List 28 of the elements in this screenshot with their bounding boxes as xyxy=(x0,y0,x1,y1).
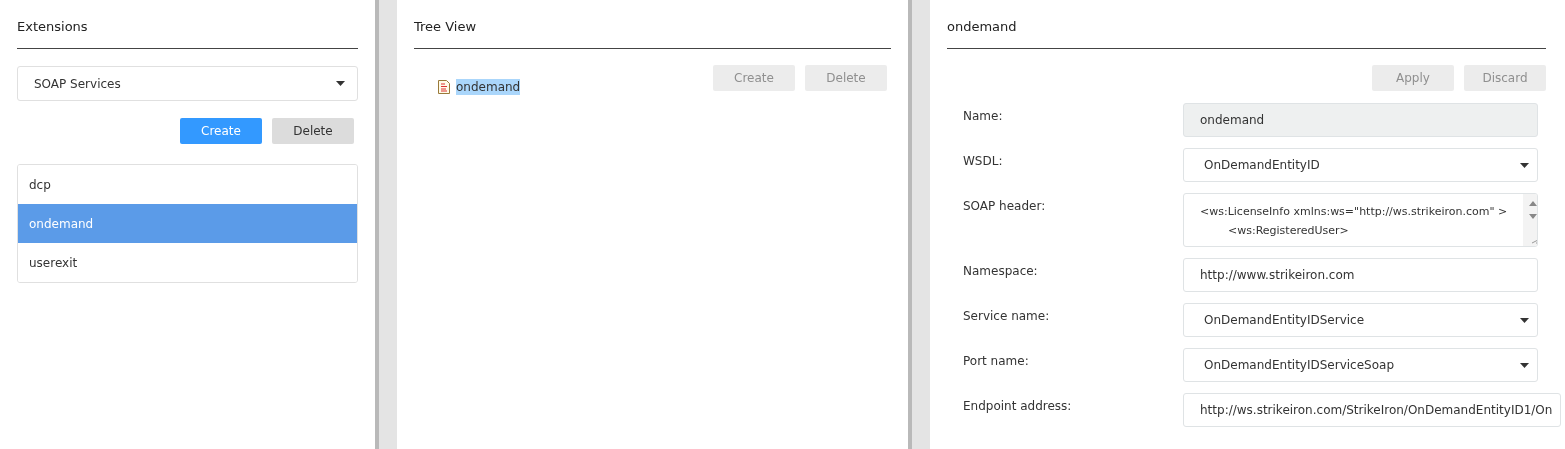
select-field[interactable]: OnDemandEntityIDService xyxy=(1183,303,1538,337)
field-label: Namespace: xyxy=(963,263,1039,280)
field-label: Port name: xyxy=(963,353,1030,370)
scrollbar-icon[interactable] xyxy=(1523,194,1537,246)
caret-icon xyxy=(336,81,345,86)
field-label: WSDL: xyxy=(963,153,1004,170)
tree-node[interactable]: ondemand xyxy=(456,79,521,95)
panel-title: Tree View xyxy=(414,0,891,49)
field-label: Name: xyxy=(963,108,1004,125)
caret-icon xyxy=(1520,162,1529,168)
field-label: Endpoint address: xyxy=(963,398,1073,415)
text-field[interactable]: http://ws.strikeiron.com/StrikeIron/OnDemandEntityID1/On xyxy=(1183,393,1562,427)
panel-splitter[interactable] xyxy=(908,0,930,449)
panel-title: ondemand xyxy=(947,0,1546,49)
type-select[interactable]: SOAP Services xyxy=(17,66,358,101)
panel-title: Extensions xyxy=(17,0,358,49)
document-icon xyxy=(438,80,450,94)
select-field[interactable]: OnDemandEntityIDServiceSoap xyxy=(1183,348,1538,382)
select-field[interactable]: OnDemandEntityID xyxy=(1183,148,1538,182)
caret-icon xyxy=(1520,362,1529,368)
text-area[interactable]: <ws:LicenseInfo xmlns:ws="http://ws.strikeiron.com" > <ws:RegisteredUser> xyxy=(1183,193,1538,247)
field-label: Service name: xyxy=(963,308,1051,325)
caret-icon xyxy=(1520,317,1529,323)
field-label: SOAP header: xyxy=(963,198,1047,215)
action-button[interactable]: Delete xyxy=(272,118,354,144)
panel-splitter[interactable] xyxy=(375,0,397,449)
text-field[interactable]: http://www.strikeiron.com xyxy=(1183,258,1538,292)
name-field[interactable]: ondemand xyxy=(1183,103,1538,137)
